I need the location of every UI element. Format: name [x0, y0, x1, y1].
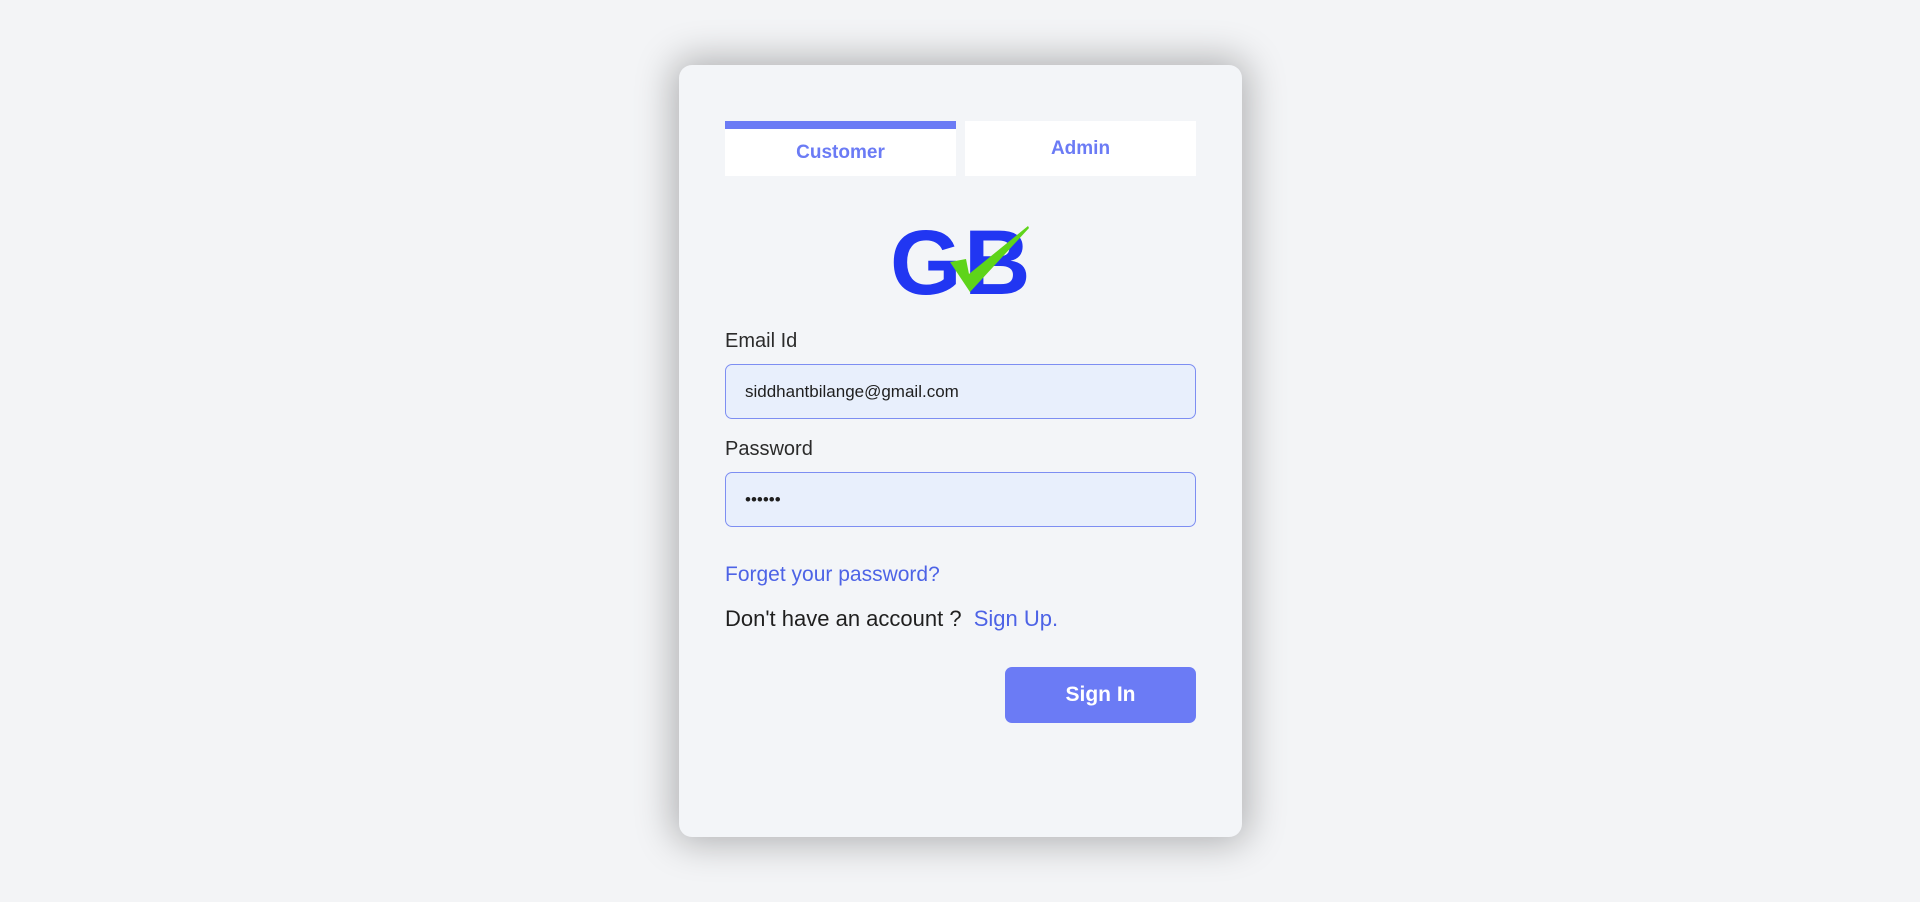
signup-link[interactable]: Sign Up. — [974, 606, 1058, 631]
forget-password-link[interactable]: Forget your password? — [725, 563, 940, 587]
email-field[interactable] — [725, 364, 1196, 419]
tab-customer[interactable]: Customer — [725, 121, 956, 176]
login-card: Customer Admin G B Email Id Password For… — [679, 65, 1242, 837]
password-label: Password — [725, 438, 813, 460]
tab-admin[interactable]: Admin — [965, 121, 1196, 176]
no-account-text: Don't have an account ? — [725, 606, 962, 631]
sign-in-button[interactable]: Sign In — [1005, 667, 1196, 723]
gb-logo: G B — [890, 222, 1030, 302]
role-tabs: Customer Admin — [725, 121, 1196, 176]
signup-row: Don't have an account ? Sign Up. — [725, 606, 1058, 632]
password-field[interactable] — [725, 472, 1196, 527]
email-label: Email Id — [725, 330, 798, 352]
